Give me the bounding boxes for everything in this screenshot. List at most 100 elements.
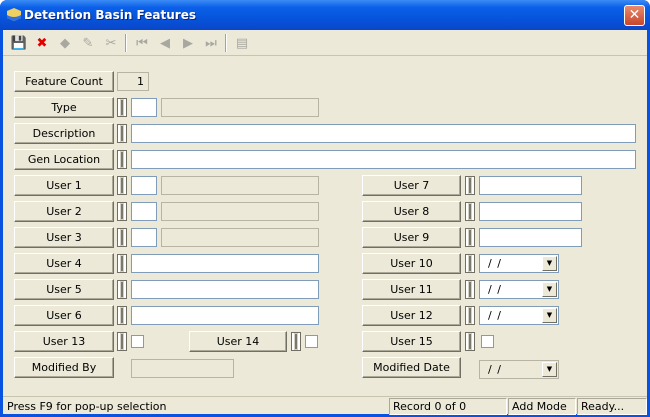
type-description-field — [161, 98, 319, 117]
user-10-button[interactable]: User 10 — [362, 253, 461, 274]
last-record-icon: ⏭ — [201, 33, 221, 53]
user-11-date-combo[interactable]: / / ▼ — [479, 280, 559, 299]
basin-app-icon — [7, 8, 21, 21]
description-button[interactable]: Description — [14, 123, 114, 144]
user-4-button[interactable]: User 4 — [14, 253, 114, 274]
user-12-date-combo[interactable]: / / ▼ — [479, 306, 559, 325]
status-state: Ready... — [577, 398, 647, 415]
user-15-button[interactable]: User 15 — [362, 331, 461, 352]
user-1-indicator — [117, 176, 127, 195]
user-12-indicator — [465, 306, 475, 325]
eraser-icon: ◆ — [55, 33, 75, 53]
status-mode: Add Mode — [508, 398, 576, 415]
user-14-button[interactable]: User 14 — [189, 331, 287, 352]
status-bar: Press F9 for pop-up selection Record 0 o… — [3, 396, 647, 415]
user-10-indicator — [465, 254, 475, 273]
user-6-input[interactable] — [131, 306, 319, 325]
modified-by-label: Modified By — [14, 357, 114, 378]
gen-location-button[interactable]: Gen Location — [14, 149, 114, 170]
user-6-button[interactable]: User 6 — [14, 305, 114, 326]
user-10-date-combo[interactable]: / / ▼ — [479, 254, 559, 273]
next-record-icon: ▶ — [178, 33, 198, 53]
close-button[interactable]: ✕ — [624, 5, 645, 26]
user-10-date-value: / / — [488, 257, 502, 270]
previous-record-icon-glyph: ◀ — [160, 35, 170, 51]
feature-count-label: Feature Count — [14, 71, 114, 92]
dropdown-arrow-icon[interactable]: ▼ — [542, 308, 557, 323]
description-indicator — [117, 124, 127, 143]
user-1-button[interactable]: User 1 — [14, 175, 114, 196]
next-record-icon-glyph: ▶ — [183, 35, 193, 51]
title-bar[interactable]: Detention Basin Features ✕ — [0, 0, 650, 30]
gen-location-input[interactable] — [131, 150, 636, 169]
user-11-button[interactable]: User 11 — [362, 279, 461, 300]
user-5-button[interactable]: User 5 — [14, 279, 114, 300]
description-input[interactable] — [131, 124, 636, 143]
modified-date-combo: / / ▼ — [479, 360, 559, 379]
eraser-icon-glyph: ◆ — [60, 35, 70, 51]
user-4-input[interactable] — [131, 254, 319, 273]
user-9-indicator — [465, 228, 475, 247]
form-client-area: 💾 ✖ ◆ ✎ ✂ ⏮ ◀ ▶ ⏭ ▤ Feature Count 1 Type Descript… — [3, 30, 647, 415]
user-5-indicator — [117, 280, 127, 299]
scissors-icon-glyph: ✂ — [105, 35, 117, 51]
user-7-indicator — [465, 176, 475, 195]
user-7-input[interactable] — [479, 176, 582, 195]
user-15-indicator — [465, 332, 475, 351]
save-icon-glyph: 💾 — [10, 35, 28, 51]
feature-count-value: 1 — [117, 72, 149, 91]
user-6-indicator — [117, 306, 127, 325]
user-3-description-field — [161, 228, 319, 247]
toolbar: 💾 ✖ ◆ ✎ ✂ ⏮ ◀ ▶ ⏭ ▤ — [3, 30, 647, 56]
dropdown-arrow-icon[interactable]: ▼ — [542, 282, 557, 297]
user-11-indicator — [465, 280, 475, 299]
user-14-indicator — [291, 332, 301, 351]
delete-icon[interactable]: ✖ — [32, 33, 52, 53]
type-code-input[interactable] — [131, 98, 157, 117]
user-12-button[interactable]: User 12 — [362, 305, 461, 326]
user-15-checkbox[interactable] — [481, 335, 494, 348]
user-3-button[interactable]: User 3 — [14, 227, 114, 248]
user-12-date-value: / / — [488, 309, 502, 322]
user-13-button[interactable]: User 13 — [14, 331, 114, 352]
user-7-button[interactable]: User 7 — [362, 175, 461, 196]
user-8-button[interactable]: User 8 — [362, 201, 461, 222]
user-2-indicator — [117, 202, 127, 221]
window-title: Detention Basin Features — [24, 8, 196, 22]
user-9-input[interactable] — [479, 228, 582, 247]
last-record-icon-glyph: ⏭ — [205, 35, 217, 51]
toolbar-separator — [125, 34, 127, 52]
user-4-indicator — [117, 254, 127, 273]
user-14-checkbox[interactable] — [305, 335, 318, 348]
pencil-icon: ✎ — [78, 33, 98, 53]
report-icon: ▤ — [232, 33, 252, 53]
pencil-icon-glyph: ✎ — [82, 35, 94, 51]
status-record-position: Record 0 of 0 — [389, 398, 507, 415]
user-3-indicator — [117, 228, 127, 247]
modified-date-value: / / — [488, 363, 502, 376]
modified-by-field — [131, 359, 234, 378]
modified-date-label: Modified Date — [362, 357, 461, 378]
type-button[interactable]: Type — [14, 97, 114, 118]
user-8-input[interactable] — [479, 202, 582, 221]
report-icon-glyph: ▤ — [235, 35, 249, 51]
user-13-checkbox[interactable] — [131, 335, 144, 348]
first-record-icon: ⏮ — [132, 33, 152, 53]
user-3-code-input[interactable] — [131, 228, 157, 247]
delete-icon-glyph: ✖ — [36, 35, 48, 51]
first-record-icon-glyph: ⏮ — [136, 35, 148, 51]
type-indicator — [117, 98, 127, 117]
save-icon[interactable]: 💾 — [9, 33, 29, 53]
user-8-indicator — [465, 202, 475, 221]
user-5-input[interactable] — [131, 280, 319, 299]
user-13-indicator — [117, 332, 127, 351]
gen-location-indicator — [117, 150, 127, 169]
user-9-button[interactable]: User 9 — [362, 227, 461, 248]
user-2-button[interactable]: User 2 — [14, 201, 114, 222]
user-2-code-input[interactable] — [131, 202, 157, 221]
user-1-code-input[interactable] — [131, 176, 157, 195]
application-window: Detention Basin Features ✕ 💾 ✖ ◆ ✎ ✂ ⏮ ◀ ▶ ⏭ ▤ Fe… — [0, 0, 650, 417]
toolbar-separator — [225, 34, 227, 52]
scissors-icon: ✂ — [101, 33, 121, 53]
dropdown-arrow-icon[interactable]: ▼ — [542, 256, 557, 271]
